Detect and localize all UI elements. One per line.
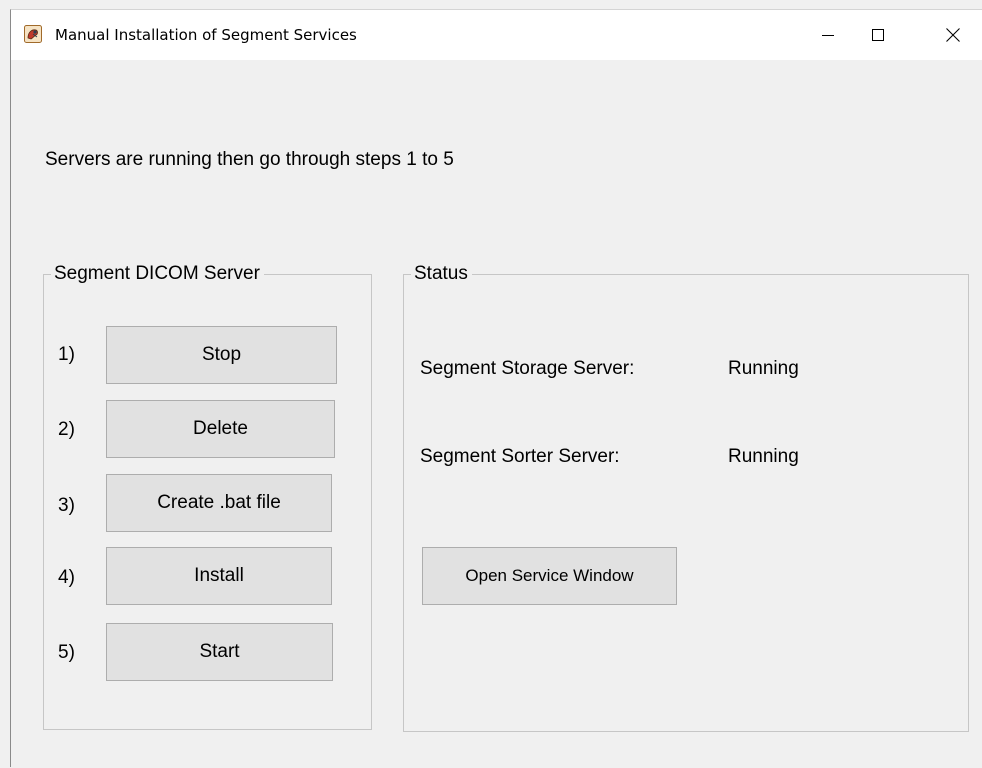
step-number: 2) (58, 419, 75, 440)
status-group-title: Status (411, 262, 472, 286)
step-number: 5) (58, 642, 75, 663)
title-bar[interactable]: Manual Installation of Segment Services (11, 10, 982, 60)
maximize-button[interactable] (853, 10, 903, 60)
app-window: Manual Installation of Segment Services … (10, 9, 982, 767)
minimize-icon (821, 28, 835, 42)
create-bat-file-button[interactable]: Create .bat file (106, 474, 332, 532)
stop-button[interactable]: Stop (106, 326, 337, 384)
sorter-server-label: Segment Sorter Server: (420, 446, 620, 467)
segment-app-icon (24, 25, 42, 43)
status-group: Status Segment Storage Server: Running S… (403, 262, 969, 732)
close-button[interactable] (928, 10, 978, 60)
close-icon (945, 27, 961, 43)
delete-button[interactable]: Delete (106, 400, 335, 458)
storage-server-status: Running (728, 358, 799, 379)
maximize-icon (871, 28, 885, 42)
step-number: 3) (58, 495, 75, 516)
window-title: Manual Installation of Segment Services (55, 26, 357, 44)
step-number: 1) (58, 344, 75, 365)
window-content: Servers are running then go through step… (11, 60, 982, 768)
install-button[interactable]: Install (106, 547, 332, 605)
step-number: 4) (58, 567, 75, 588)
start-button[interactable]: Start (106, 623, 333, 681)
dicom-server-group: Segment DICOM Server 1) Stop 2) Delete 3… (43, 262, 372, 730)
dicom-server-group-title: Segment DICOM Server (51, 262, 264, 286)
instruction-text: Servers are running then go through step… (45, 149, 454, 170)
storage-server-label: Segment Storage Server: (420, 358, 635, 379)
minimize-button[interactable] (803, 10, 853, 60)
open-service-window-button[interactable]: Open Service Window (422, 547, 677, 605)
sorter-server-status: Running (728, 446, 799, 467)
